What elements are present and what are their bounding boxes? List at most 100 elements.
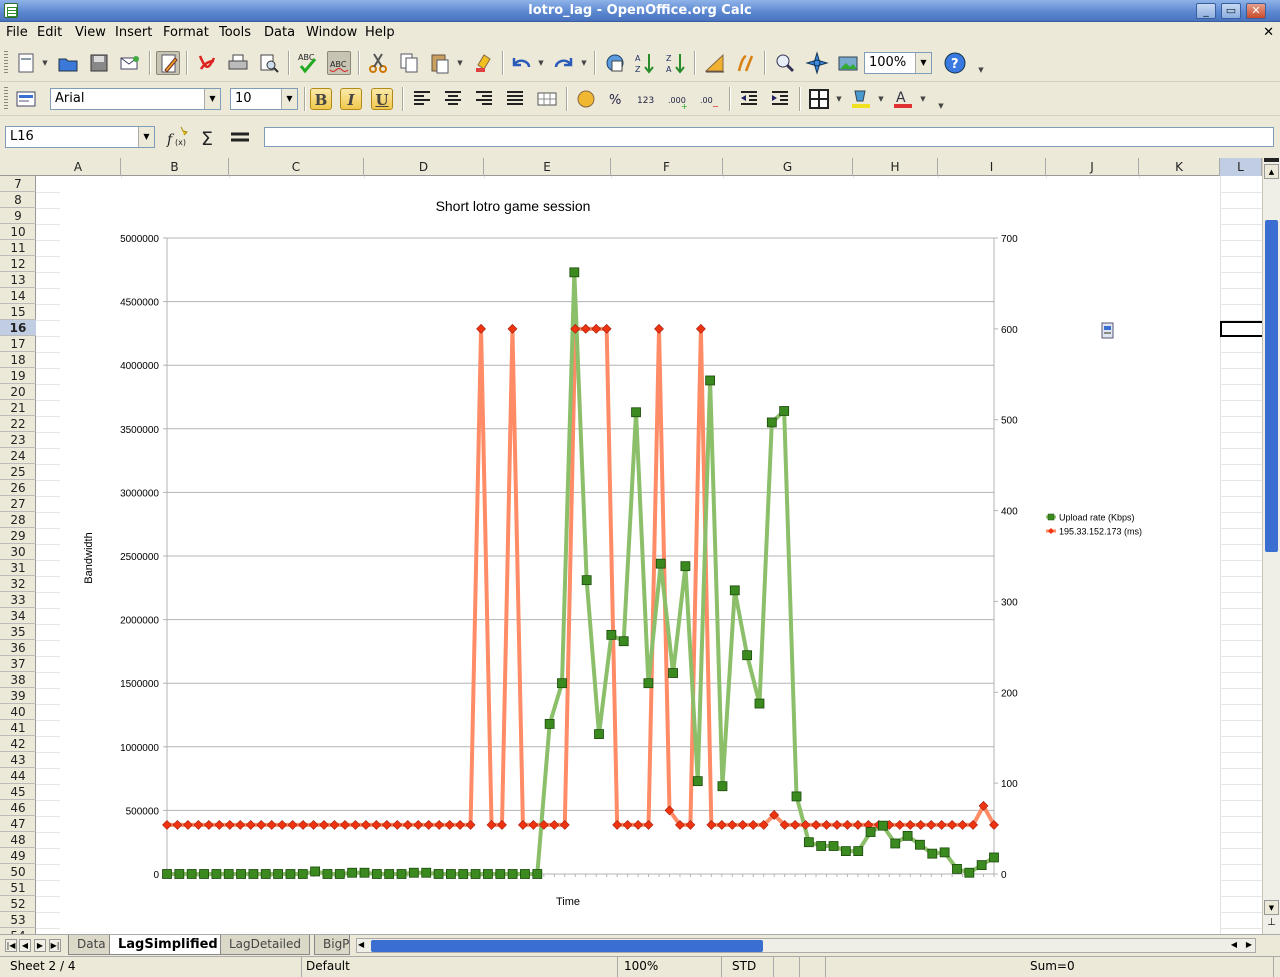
selection-mode[interactable]: STD <box>722 957 774 977</box>
previous-sheet-icon[interactable]: ◀ <box>19 939 31 952</box>
toolbar-grip[interactable] <box>4 51 8 75</box>
menu-file[interactable]: File <box>6 25 28 40</box>
cut-icon[interactable] <box>366 51 390 75</box>
row-header[interactable]: 12 <box>0 256 36 272</box>
font-name-combobox[interactable]: Arial ▼ <box>50 88 221 110</box>
sum-icon[interactable]: Σ <box>197 125 221 150</box>
row-header[interactable]: 16 <box>0 320 36 336</box>
clone-formatting-icon[interactable] <box>472 51 496 75</box>
row-header[interactable]: 18 <box>0 352 36 368</box>
row-header[interactable]: 14 <box>0 288 36 304</box>
sheet-tab-bigp[interactable]: BigP <box>314 935 350 955</box>
navigator-icon[interactable] <box>805 51 829 75</box>
menu-format[interactable]: Format <box>163 25 209 40</box>
row-header[interactable]: 43 <box>0 752 36 768</box>
chevron-down-icon[interactable]: ▼ <box>204 89 220 109</box>
row-header[interactable]: 52 <box>0 896 36 912</box>
row-header[interactable]: 27 <box>0 496 36 512</box>
decrease-indent-icon[interactable] <box>737 87 761 111</box>
paste-icon[interactable] <box>428 51 452 75</box>
copy-icon[interactable] <box>397 51 421 75</box>
column-header[interactable]: I <box>938 158 1046 176</box>
row-header[interactable]: 15 <box>0 304 36 320</box>
row-header[interactable]: 51 <box>0 880 36 896</box>
align-left-icon[interactable] <box>410 87 434 111</box>
insert-mode[interactable] <box>774 957 800 977</box>
menu-tools[interactable]: Tools <box>219 25 251 40</box>
menu-view[interactable]: View <box>75 25 106 40</box>
row-header[interactable]: 21 <box>0 400 36 416</box>
row-header[interactable]: 20 <box>0 384 36 400</box>
column-header[interactable]: E <box>484 158 611 176</box>
edit-file-icon[interactable] <box>156 51 180 75</box>
row-header[interactable]: 49 <box>0 848 36 864</box>
database-icon[interactable] <box>1100 322 1116 340</box>
delete-decimal-icon[interactable]: .00− <box>698 87 722 111</box>
row-header[interactable]: 11 <box>0 240 36 256</box>
zoom-combobox[interactable]: 100% ▼ <box>864 52 932 74</box>
add-decimal-icon[interactable]: .000 + <box>667 87 691 111</box>
maximize-button[interactable]: ▭ <box>1221 3 1241 19</box>
vertical-scroll-thumb[interactable] <box>1265 220 1278 552</box>
row-header[interactable]: 8 <box>0 192 36 208</box>
print-preview-icon[interactable] <box>257 51 281 75</box>
sheet-tab-data[interactable]: Data <box>68 935 115 955</box>
underline-button[interactable]: U <box>371 88 393 110</box>
chevron-down-icon[interactable]: ▼ <box>537 51 545 75</box>
autospellcheck-icon[interactable]: ABC <box>327 51 351 75</box>
scroll-left-arrow-icon[interactable]: ◀ <box>358 940 364 949</box>
scroll-right-arrow-icon[interactable]: ▶ <box>1246 940 1252 949</box>
row-header[interactable]: 40 <box>0 704 36 720</box>
increase-indent-icon[interactable] <box>768 87 792 111</box>
column-header[interactable]: D <box>364 158 484 176</box>
redo-icon[interactable] <box>552 51 576 75</box>
align-center-icon[interactable] <box>441 87 465 111</box>
sheet-tab-lagsimplified[interactable]: LagSimplified <box>109 935 227 955</box>
menu-window[interactable]: Window <box>306 25 357 40</box>
chevron-down-icon[interactable]: ▼ <box>915 53 931 73</box>
horizontal-scroll-thumb[interactable] <box>371 940 763 952</box>
close-document-icon[interactable]: ✕ <box>1263 25 1274 40</box>
row-header[interactable]: 39 <box>0 688 36 704</box>
row-header[interactable]: 35 <box>0 624 36 640</box>
row-header[interactable]: 53 <box>0 912 36 928</box>
row-header[interactable]: 41 <box>0 720 36 736</box>
percent-format-icon[interactable]: % <box>605 87 629 111</box>
print-icon[interactable] <box>226 51 250 75</box>
function-icon[interactable] <box>228 125 252 149</box>
menu-help[interactable]: Help <box>365 25 395 40</box>
row-header[interactable]: 33 <box>0 592 36 608</box>
save-icon[interactable] <box>87 51 111 75</box>
row-header[interactable]: 46 <box>0 800 36 816</box>
gallery-icon[interactable] <box>836 51 860 75</box>
row-header[interactable]: 32 <box>0 576 36 592</box>
toolbar-grip[interactable] <box>4 87 8 111</box>
row-header[interactable]: 36 <box>0 640 36 656</box>
styles-formatting-icon[interactable] <box>14 87 38 111</box>
toolbar-options-icon[interactable]: ▼ <box>937 94 945 118</box>
row-header[interactable]: 37 <box>0 656 36 672</box>
row-header[interactable]: 38 <box>0 672 36 688</box>
column-header[interactable]: L <box>1220 158 1262 176</box>
hyperlink-icon[interactable] <box>603 51 627 75</box>
column-header[interactable]: H <box>853 158 938 176</box>
row-header[interactable]: 50 <box>0 864 36 880</box>
row-header[interactable]: 13 <box>0 272 36 288</box>
insert-chart-icon[interactable] <box>703 51 727 75</box>
row-header[interactable]: 45 <box>0 784 36 800</box>
row-header[interactable]: 48 <box>0 832 36 848</box>
find-replace-icon[interactable] <box>773 51 797 75</box>
standard-format-icon[interactable]: 123 <box>636 87 660 111</box>
sort-ascending-icon[interactable]: AZ <box>633 51 657 75</box>
sort-descending-icon[interactable]: ZA <box>664 51 688 75</box>
chevron-down-icon[interactable]: ▼ <box>877 87 885 111</box>
row-header[interactable]: 23 <box>0 432 36 448</box>
next-sheet-icon[interactable]: ▶ <box>34 939 46 952</box>
italic-button[interactable]: I <box>340 88 362 110</box>
chevron-down-icon[interactable]: ▼ <box>41 51 49 75</box>
row-header[interactable]: 42 <box>0 736 36 752</box>
row-header[interactable]: 31 <box>0 560 36 576</box>
spreadsheet-grid[interactable]: ABCDEFGHIJKL 7 8 9 10 11 12 13 14 15 16 17 18 19 20 21… <box>0 158 1262 934</box>
column-header[interactable]: J <box>1046 158 1139 176</box>
chevron-down-icon[interactable]: ▼ <box>281 89 297 109</box>
